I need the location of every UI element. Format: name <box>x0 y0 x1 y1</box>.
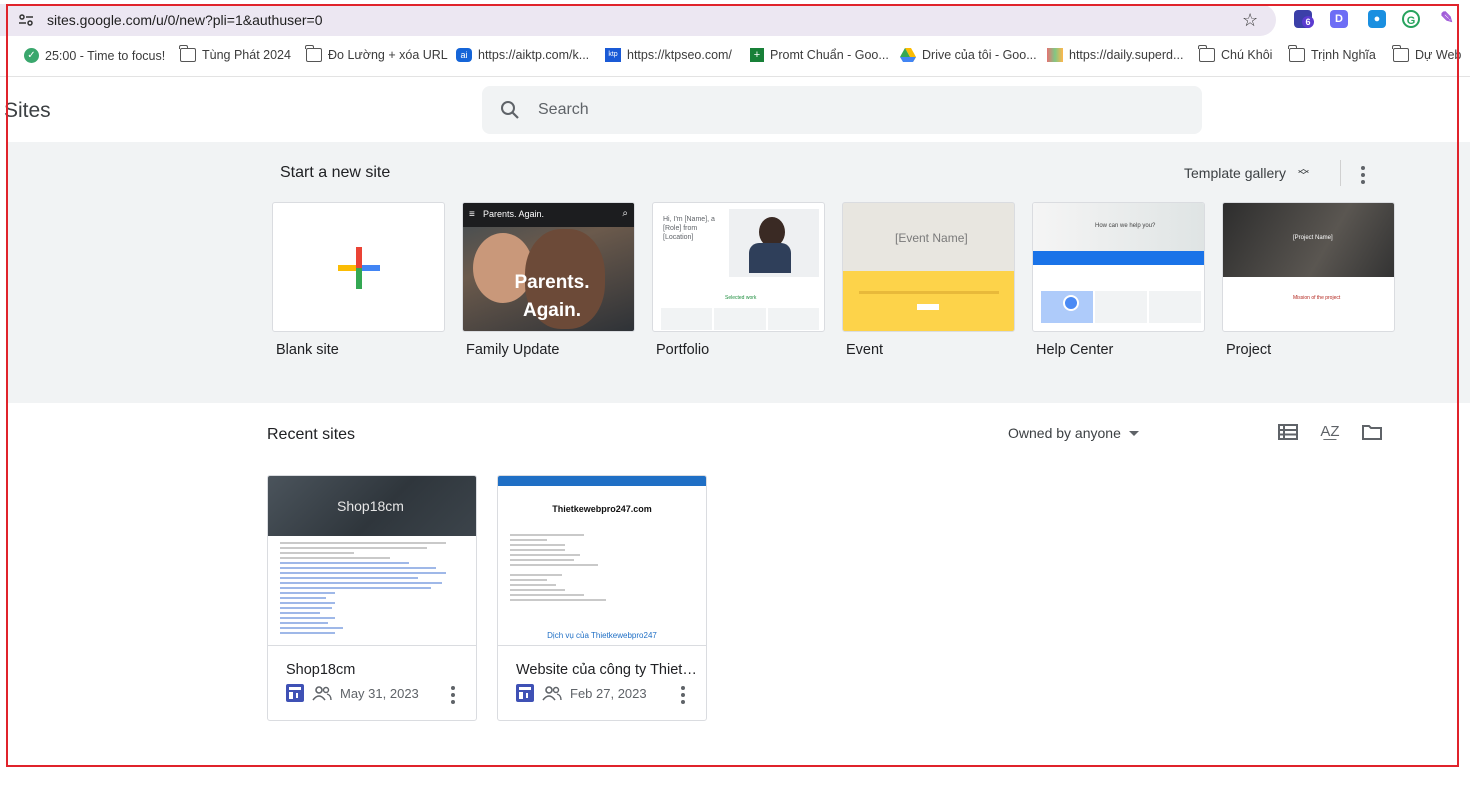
divider <box>0 76 1470 77</box>
bookmark-star-icon[interactable]: ☆ <box>1242 10 1258 31</box>
template-label: Project <box>1226 342 1272 358</box>
check-circle-icon: ✓ <box>24 48 39 63</box>
list-view-icon[interactable] <box>1276 420 1300 444</box>
template-help-center[interactable]: How can we help you? <box>1032 202 1205 332</box>
ktp-icon: ktp <box>605 48 621 62</box>
bookmark-item[interactable]: Tùng Phát 2024 <box>179 45 291 62</box>
folder-icon <box>1288 45 1305 62</box>
drive-icon <box>900 48 916 62</box>
bookmark-item[interactable]: ktp https://ktpseo.com/ <box>605 48 732 62</box>
template-blank-site[interactable] <box>272 202 445 332</box>
more-options-icon[interactable] <box>446 686 460 704</box>
bookmark-item[interactable]: Đo Lường + xóa URL <box>305 45 448 62</box>
bookmark-item[interactable]: ✓ 25:00 - Time to focus! <box>24 48 165 63</box>
menu-icon: ≡ <box>469 209 475 220</box>
drop-extension-icon[interactable]: ● <box>1368 10 1386 28</box>
d-extension-icon[interactable]: D <box>1330 10 1348 28</box>
site-thumbnail: Shop18cm <box>268 476 476 646</box>
pen-extension-icon[interactable]: ✎ <box>1438 10 1456 28</box>
owner-filter-dropdown[interactable]: Owned by anyone <box>1002 422 1145 444</box>
plus-icon <box>338 247 380 289</box>
template-label: Blank site <box>276 342 339 358</box>
extension-icon[interactable]: 6 <box>1294 10 1314 28</box>
chart-icon <box>1047 48 1063 62</box>
search-input[interactable] <box>538 98 1158 122</box>
site-card-shop18cm[interactable]: Shop18cm Shop18cm May 31, 2023 <box>267 475 477 721</box>
template-label: Event <box>846 342 884 358</box>
template-project[interactable]: [Project Name] Mission of the project <box>1222 202 1395 332</box>
site-card-thietkewebpro247[interactable]: Thietkewebpro247.com Dịch vụ của Thietke… <box>497 475 707 721</box>
app-title[interactable]: Sites <box>4 99 51 123</box>
folder-icon[interactable] <box>1360 420 1384 444</box>
bookmarks-bar: ✓ 25:00 - Time to focus! Tùng Phát 2024 … <box>0 44 1470 70</box>
sort-az-icon[interactable]: A͟Z <box>1318 420 1342 444</box>
bookmark-item[interactable]: Drive của tôi - Goo... <box>900 48 1037 62</box>
address-bar[interactable]: sites.google.com/u/0/new?pli=1&authuser=… <box>0 4 1276 36</box>
site-title: Shop18cm <box>286 662 356 678</box>
folder-icon <box>1392 45 1409 62</box>
template-event[interactable]: [Event Name] <box>842 202 1015 332</box>
ai-icon: ai <box>456 48 472 62</box>
template-label: Portfolio <box>656 342 710 358</box>
bookmark-item[interactable]: https://daily.superd... <box>1047 48 1183 62</box>
shared-people-icon <box>542 685 562 701</box>
start-new-site-heading: Start a new site <box>280 164 391 181</box>
folder-icon <box>179 45 196 62</box>
bookmark-item[interactable]: + Promt Chuẩn - Goo... <box>750 48 889 62</box>
search-box[interactable] <box>482 86 1202 134</box>
more-options-icon[interactable] <box>1356 166 1370 184</box>
template-gallery-button[interactable]: Template gallery ︿ ﹀ <box>1176 158 1317 188</box>
recent-sites-heading: Recent sites <box>267 426 356 443</box>
bookmark-item[interactable]: Dự Web <box>1392 45 1461 62</box>
site-thumbnail: Thietkewebpro247.com Dịch vụ của Thietke… <box>498 476 706 646</box>
template-label: Family Update <box>466 342 560 358</box>
site-info-icon[interactable] <box>18 14 34 26</box>
sites-logo-icon <box>516 684 534 702</box>
expand-icon: ︿ ﹀ <box>1297 163 1309 182</box>
template-portfolio[interactable]: Hi, I'm [Name], a [Role] from [Location]… <box>652 202 825 332</box>
sheets-icon: + <box>750 48 764 62</box>
search-icon <box>501 101 519 119</box>
url-text[interactable]: sites.google.com/u/0/new?pli=1&authuser=… <box>47 12 323 28</box>
more-options-icon[interactable] <box>676 686 690 704</box>
site-title: Website của công ty Thietkewebpro247 <box>516 662 702 678</box>
bookmark-item[interactable]: Chú Khôi <box>1198 45 1272 62</box>
bookmark-item[interactable]: Trịnh Nghĩa <box>1288 45 1376 62</box>
bookmark-item[interactable]: ai https://aiktp.com/k... <box>456 48 589 62</box>
grammar-extension-icon[interactable]: G <box>1402 10 1420 28</box>
folder-icon <box>1198 45 1215 62</box>
template-label: Help Center <box>1036 342 1114 358</box>
site-date: Feb 27, 2023 <box>570 685 647 701</box>
folder-icon <box>305 45 322 62</box>
sites-logo-icon <box>286 684 304 702</box>
template-family-update[interactable]: ≡ Parents. Again. ⌕ Parents. Again. <box>462 202 635 332</box>
extension-badge: 6 <box>1302 16 1314 28</box>
search-icon: ⌕ <box>622 208 628 219</box>
site-date: May 31, 2023 <box>340 685 419 701</box>
shared-people-icon <box>312 685 332 701</box>
dropdown-arrow-icon <box>1128 430 1139 436</box>
divider <box>1340 160 1341 186</box>
